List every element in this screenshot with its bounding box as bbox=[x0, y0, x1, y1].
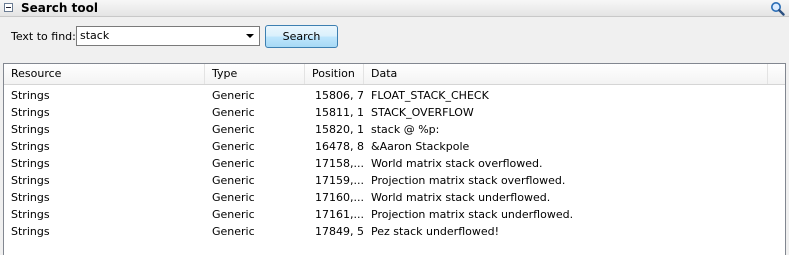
cell-data: FLOAT_STACK_CHECK bbox=[371, 89, 489, 102]
cell-type: Generic bbox=[212, 106, 255, 119]
cell-position: 15806, 7 bbox=[315, 89, 364, 102]
cell-position: 17158,... bbox=[315, 157, 364, 170]
table-row[interactable]: Strings Generic 17160,... World matrix stac… bbox=[4, 189, 785, 206]
cell-type: Generic bbox=[212, 174, 255, 187]
cell-resource: Strings bbox=[11, 191, 50, 204]
cell-position: 15811, 1 bbox=[315, 106, 364, 119]
cell-type: Generic bbox=[212, 123, 255, 136]
cell-resource: Strings bbox=[11, 157, 50, 170]
cell-resource: Strings bbox=[11, 106, 50, 119]
cell-type: Generic bbox=[212, 140, 255, 153]
cell-resource: Strings bbox=[11, 208, 50, 221]
table-row[interactable]: Strings Generic 17161,... Projection matrix… bbox=[4, 206, 785, 223]
table-body: Strings Generic 15806, 7 FLOAT_STACK_CHECK S… bbox=[4, 87, 785, 240]
cell-position: 15820, 1 bbox=[315, 123, 364, 136]
cell-position: 17159,... bbox=[315, 174, 364, 187]
cell-data: Pez stack underflowed! bbox=[371, 225, 500, 238]
cell-type: Generic bbox=[212, 208, 255, 221]
cell-data: STACK_OVERFLOW bbox=[371, 106, 474, 119]
cell-position: 17160,... bbox=[315, 191, 364, 204]
collapse-icon[interactable] bbox=[4, 3, 13, 12]
cell-type: Generic bbox=[212, 157, 255, 170]
search-button[interactable]: Search bbox=[265, 25, 338, 48]
cell-data: Projection matrix stack underflowed. bbox=[371, 208, 574, 221]
panel-titlebar: Search tool bbox=[0, 0, 789, 17]
text-to-find-label: Text to find: bbox=[11, 30, 76, 43]
results-table: Resource Type Position Data Strings Gener… bbox=[3, 63, 786, 255]
table-row[interactable]: Strings Generic 17849, 5 Pez stack underflo… bbox=[4, 223, 785, 240]
search-combobox[interactable]: stack bbox=[76, 26, 260, 46]
table-row[interactable]: Strings Generic 16478, 8 &Aaron Stackpole bbox=[4, 138, 785, 155]
cell-data: stack @ %p: bbox=[371, 123, 440, 136]
cell-resource: Strings bbox=[11, 140, 50, 153]
table-row[interactable]: Strings Generic 17158,... World matrix stac… bbox=[4, 155, 785, 172]
table-row[interactable]: Strings Generic 15806, 7 FLOAT_STACK_CHECK bbox=[4, 87, 785, 104]
magnifier-icon[interactable] bbox=[770, 1, 785, 16]
cell-type: Generic bbox=[212, 89, 255, 102]
cell-data: World matrix stack overflowed. bbox=[371, 157, 543, 170]
column-header-type[interactable]: Type bbox=[205, 64, 305, 84]
panel-title: Search tool bbox=[21, 1, 98, 15]
cell-type: Generic bbox=[212, 225, 255, 238]
cell-resource: Strings bbox=[11, 174, 50, 187]
cell-position: 17161,... bbox=[315, 208, 364, 221]
cell-position: 16478, 8 bbox=[315, 140, 364, 153]
cell-data: &Aaron Stackpole bbox=[371, 140, 470, 153]
column-header-data[interactable]: Data bbox=[364, 64, 768, 84]
cell-resource: Strings bbox=[11, 225, 50, 238]
table-row[interactable]: Strings Generic 15820, 1 stack @ %p: bbox=[4, 121, 785, 138]
cell-resource: Strings bbox=[11, 123, 50, 136]
table-row[interactable]: Strings Generic 17159,... Projection matrix… bbox=[4, 172, 785, 189]
cell-resource: Strings bbox=[11, 89, 50, 102]
cell-type: Generic bbox=[212, 191, 255, 204]
column-header-resource[interactable]: Resource bbox=[4, 64, 205, 84]
cell-data: World matrix stack underflowed. bbox=[371, 191, 551, 204]
cell-position: 17849, 5 bbox=[315, 225, 364, 238]
table-row[interactable]: Strings Generic 15811, 1 STACK_OVERFLOW bbox=[4, 104, 785, 121]
table-header: Resource Type Position Data bbox=[4, 64, 785, 85]
chevron-down-icon[interactable] bbox=[246, 34, 254, 38]
column-header-position[interactable]: Position bbox=[305, 64, 364, 84]
search-input[interactable]: stack bbox=[80, 29, 109, 43]
cell-data: Projection matrix stack overflowed. bbox=[371, 174, 566, 187]
